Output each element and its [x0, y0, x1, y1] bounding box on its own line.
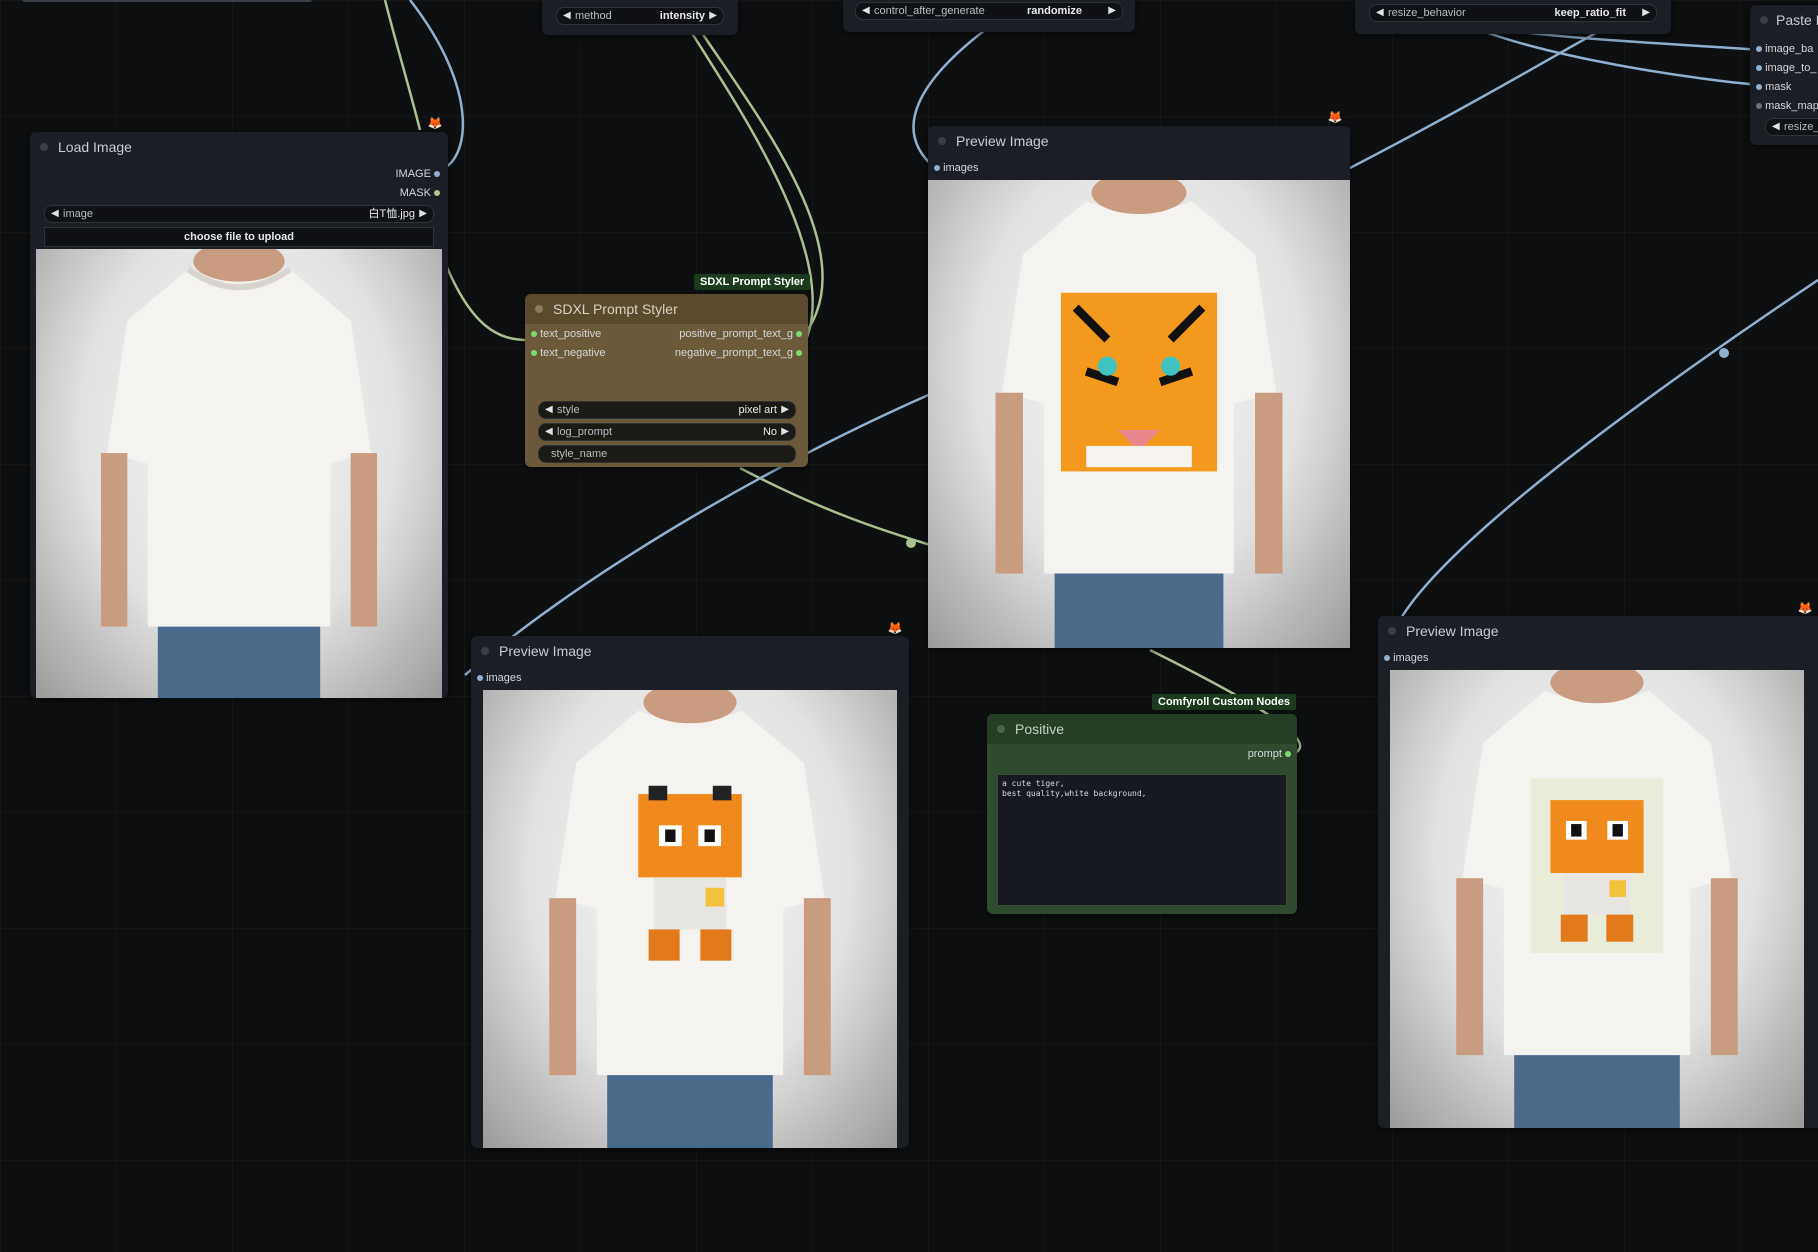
- node-title: Preview Image: [956, 133, 1049, 149]
- group-tag-comfyroll: Comfyroll Custom Nodes: [1152, 694, 1297, 710]
- resize-behavior-widget[interactable]: ◀ resize_behavior keep_ratio_fit ▶: [1369, 4, 1657, 22]
- arrow-left-icon[interactable]: ◀: [545, 402, 553, 418]
- control-value: randomize: [1026, 5, 1082, 17]
- top-method-node-fragment: ◀ method intensity ▶: [542, 0, 738, 35]
- output-negative[interactable]: negative_prompt_text_g: [675, 347, 802, 359]
- fox-icon: 🦊: [1327, 110, 1343, 124]
- fox-icon: 🦊: [1797, 601, 1813, 615]
- style-label: style: [557, 404, 580, 416]
- node-collapse-dot[interactable]: [481, 647, 489, 655]
- input-images[interactable]: images: [477, 672, 522, 684]
- image-preview: [928, 180, 1350, 648]
- fox-icon: 🦊: [887, 621, 903, 635]
- output-mask[interactable]: MASK: [400, 187, 440, 199]
- group-tag-sdxl: SDXL Prompt Styler: [694, 274, 811, 290]
- positive-prompt-node[interactable]: Positive prompt a cute tiger, best quali…: [987, 714, 1297, 914]
- arrow-left-icon[interactable]: ◀: [1772, 119, 1780, 135]
- resize-widget[interactable]: ◀ resize_: [1765, 118, 1818, 136]
- arrow-left-icon[interactable]: ◀: [51, 206, 59, 222]
- image-label: image: [63, 208, 93, 220]
- sdxl-prompt-styler-node[interactable]: SDXL Prompt Styler text_positive text_ne…: [525, 294, 808, 467]
- node-title: Preview Image: [1406, 623, 1499, 639]
- preview-image-node-right[interactable]: Preview Image images: [1378, 616, 1818, 1128]
- prompt-text-line: a cute tiger,: [1002, 779, 1065, 788]
- resize-label: resize_behavior: [1388, 7, 1466, 19]
- arrow-left-icon[interactable]: ◀: [545, 424, 553, 440]
- arrow-right-icon[interactable]: ▶: [709, 8, 717, 24]
- arrow-right-icon[interactable]: ▶: [1642, 5, 1650, 21]
- node-collapse-dot[interactable]: [938, 137, 946, 145]
- node-title: Positive: [1015, 721, 1065, 737]
- image-widget[interactable]: ◀ image 白T恤.jpg ▶: [44, 205, 434, 223]
- upload-button[interactable]: choose file to upload: [44, 227, 434, 247]
- node-collapse-dot[interactable]: [997, 725, 1005, 733]
- node-collapse-dot[interactable]: [1388, 627, 1396, 635]
- resize-value: keep_ratio_fit: [1554, 7, 1626, 19]
- input-images[interactable]: images: [934, 162, 979, 174]
- arrow-right-icon[interactable]: ▶: [781, 424, 789, 440]
- log-prompt-widget[interactable]: ◀ log_prompt No ▶: [538, 423, 796, 441]
- image-preview: [1390, 670, 1804, 1128]
- preview-image-node-top[interactable]: Preview Image images: [928, 126, 1350, 648]
- method-label: method: [575, 10, 612, 22]
- node-dot: [1760, 16, 1768, 24]
- fox-icon: 🦊: [427, 116, 443, 130]
- input-slot[interactable]: image_ba: [1756, 43, 1813, 55]
- arrow-left-icon[interactable]: ◀: [1376, 5, 1384, 21]
- input-slot[interactable]: image_to_: [1756, 62, 1816, 74]
- load-image-node[interactable]: Load Image IMAGE MASK ◀ image 白T恤.jpg ▶ …: [30, 132, 448, 698]
- method-value: intensity: [659, 10, 705, 22]
- node-collapse-dot[interactable]: [40, 143, 48, 151]
- control-after-generate-widget[interactable]: ◀ control_after_generate randomize ▶: [855, 2, 1123, 20]
- prompt-text-line: best quality,white background,: [1002, 789, 1147, 798]
- image-preview: [36, 249, 442, 698]
- input-slot[interactable]: mask_map: [1756, 100, 1818, 112]
- output-image[interactable]: IMAGE: [395, 168, 440, 180]
- input-slot[interactable]: mask: [1756, 81, 1791, 93]
- top-seed-node-fragment: ◀ control_after_generate randomize ▶: [843, 0, 1135, 32]
- paste-node-fragment: Paste B image_ba image_to_ mask mask_map…: [1750, 5, 1818, 145]
- node-collapse-dot[interactable]: [535, 305, 543, 313]
- input-text-negative[interactable]: text_negative: [531, 347, 606, 359]
- preview-image-node-bottom[interactable]: Preview Image images: [471, 636, 909, 1148]
- node-title: Load Image: [58, 139, 132, 155]
- method-widget[interactable]: ◀ method intensity ▶: [556, 7, 724, 25]
- tshirt-pixel-tiger-photo: [549, 690, 831, 1148]
- node-title: SDXL Prompt Styler: [553, 301, 678, 317]
- tshirt-photo: [100, 249, 378, 698]
- input-text-positive[interactable]: text_positive: [531, 328, 601, 340]
- style-name-label: style_name: [551, 448, 608, 460]
- prompt-textarea[interactable]: a cute tiger, best quality,white backgro…: [997, 774, 1287, 906]
- input-images[interactable]: images: [1384, 652, 1429, 664]
- output-prompt[interactable]: prompt: [1248, 748, 1291, 760]
- paste-title: Paste B: [1776, 12, 1818, 28]
- image-value: 白T恤.jpg: [368, 208, 415, 220]
- log-prompt-label: log_prompt: [557, 426, 613, 438]
- arrow-right-icon[interactable]: ▶: [781, 402, 789, 418]
- control-label: control_after_generate: [874, 5, 985, 17]
- log-prompt-value: No: [762, 426, 777, 438]
- arrow-right-icon[interactable]: ▶: [419, 206, 427, 222]
- arrow-left-icon[interactable]: ◀: [563, 8, 571, 24]
- image-preview: [483, 690, 897, 1148]
- output-positive[interactable]: positive_prompt_text_g: [679, 328, 802, 340]
- style-name-widget[interactable]: style_name: [538, 445, 796, 463]
- node-fragment-bar: [22, 0, 312, 2]
- arrow-right-icon[interactable]: ▶: [1108, 3, 1116, 19]
- tshirt-framed-pixel-tiger-photo: [1456, 670, 1738, 1128]
- node-title: Preview Image: [499, 643, 592, 659]
- style-value: pixel art: [738, 404, 777, 416]
- tshirt-tiger-face-photo: [995, 180, 1283, 648]
- arrow-left-icon[interactable]: ◀: [862, 3, 870, 19]
- style-widget[interactable]: ◀ style pixel art ▶: [538, 401, 796, 419]
- top-resize-node-fragment: ◀ resize_behavior keep_ratio_fit ▶: [1355, 0, 1671, 34]
